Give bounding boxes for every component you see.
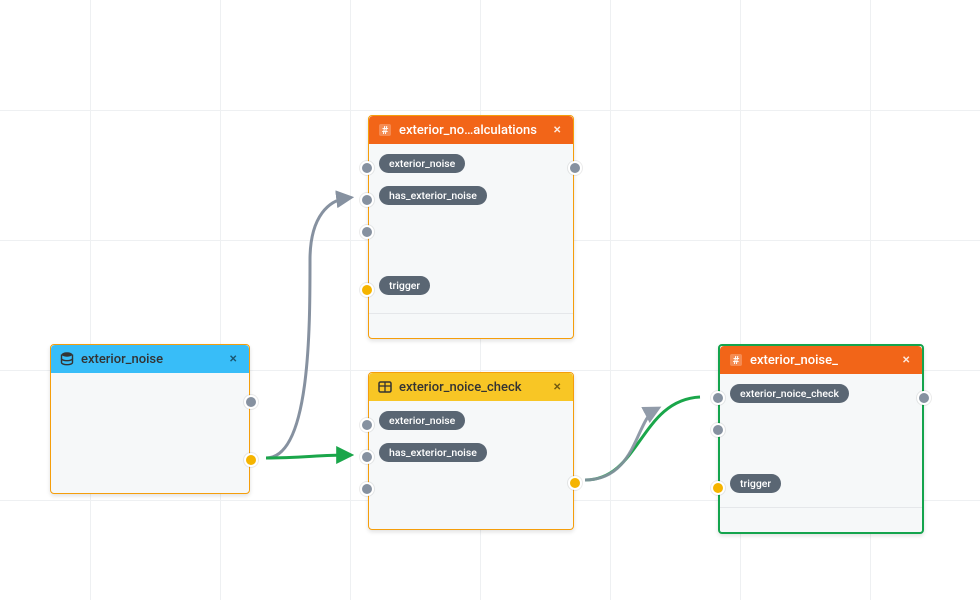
port-label-exterior-noice-check: exterior_noice_check [730, 384, 849, 403]
hash-icon: # [377, 122, 393, 138]
port-in-exterior-noise[interactable] [360, 161, 374, 175]
port-label-exterior-noise: exterior_noise [379, 154, 465, 173]
node-body [51, 373, 249, 453]
port-in-has-exterior-noise[interactable] [360, 193, 374, 207]
node-header[interactable]: # exterior_noise_ × [720, 346, 922, 374]
close-icon[interactable]: × [550, 121, 565, 139]
node-title: exterior_noise_ [750, 353, 899, 368]
port-in-extra[interactable] [711, 423, 725, 437]
port-label-exterior-noise: exterior_noise [379, 411, 465, 430]
table-icon [377, 379, 393, 395]
node-exterior-noise-final[interactable]: # exterior_noise_ × exterior_noice_check… [718, 344, 924, 534]
node-header[interactable]: exterior_noise × [51, 345, 249, 373]
node-title: exterior_noise [81, 352, 226, 367]
port-out[interactable] [568, 161, 582, 175]
svg-text:#: # [382, 124, 389, 137]
port-out-trigger[interactable] [568, 476, 582, 490]
port-in-exterior-noise[interactable] [360, 418, 374, 432]
node-header[interactable]: # exterior_no…alculations × [369, 116, 573, 144]
port-in-trigger[interactable] [360, 283, 374, 297]
node-body: exterior_noice_check trigger [720, 374, 922, 534]
port-in-trigger[interactable] [711, 481, 725, 495]
port-label-has-exterior-noise: has_exterior_noise [379, 186, 487, 205]
port-out[interactable] [917, 391, 931, 405]
port-label-trigger: trigger [730, 474, 781, 493]
port-in-has-exterior-noise[interactable] [360, 450, 374, 464]
node-title: exterior_noice_check [399, 380, 550, 395]
port-in-extra[interactable] [360, 482, 374, 496]
hash-icon: # [728, 352, 744, 368]
node-title: exterior_no…alculations [399, 123, 550, 138]
database-icon [59, 351, 75, 367]
node-body: exterior_noise has_exterior_noise trigge… [369, 144, 573, 340]
node-exterior-noise-calculations[interactable]: # exterior_no…alculations × exterior_noi… [368, 115, 574, 339]
node-header[interactable]: exterior_noice_check × [369, 373, 573, 401]
node-body: exterior_noise has_exterior_noise [369, 401, 573, 531]
port-in-extra[interactable] [360, 225, 374, 239]
port-out-trigger[interactable] [244, 453, 258, 467]
node-exterior-noice-check[interactable]: exterior_noice_check × exterior_noise ha… [368, 372, 574, 530]
port-in-exterior-noice-check[interactable] [711, 391, 725, 405]
port-out-gray[interactable] [244, 395, 258, 409]
node-exterior-noise[interactable]: exterior_noise × [50, 344, 250, 494]
close-icon[interactable]: × [899, 351, 914, 369]
svg-text:#: # [733, 354, 740, 367]
close-icon[interactable]: × [550, 378, 565, 396]
port-label-has-exterior-noise: has_exterior_noise [379, 443, 487, 462]
port-label-trigger: trigger [379, 276, 430, 295]
close-icon[interactable]: × [226, 350, 241, 368]
